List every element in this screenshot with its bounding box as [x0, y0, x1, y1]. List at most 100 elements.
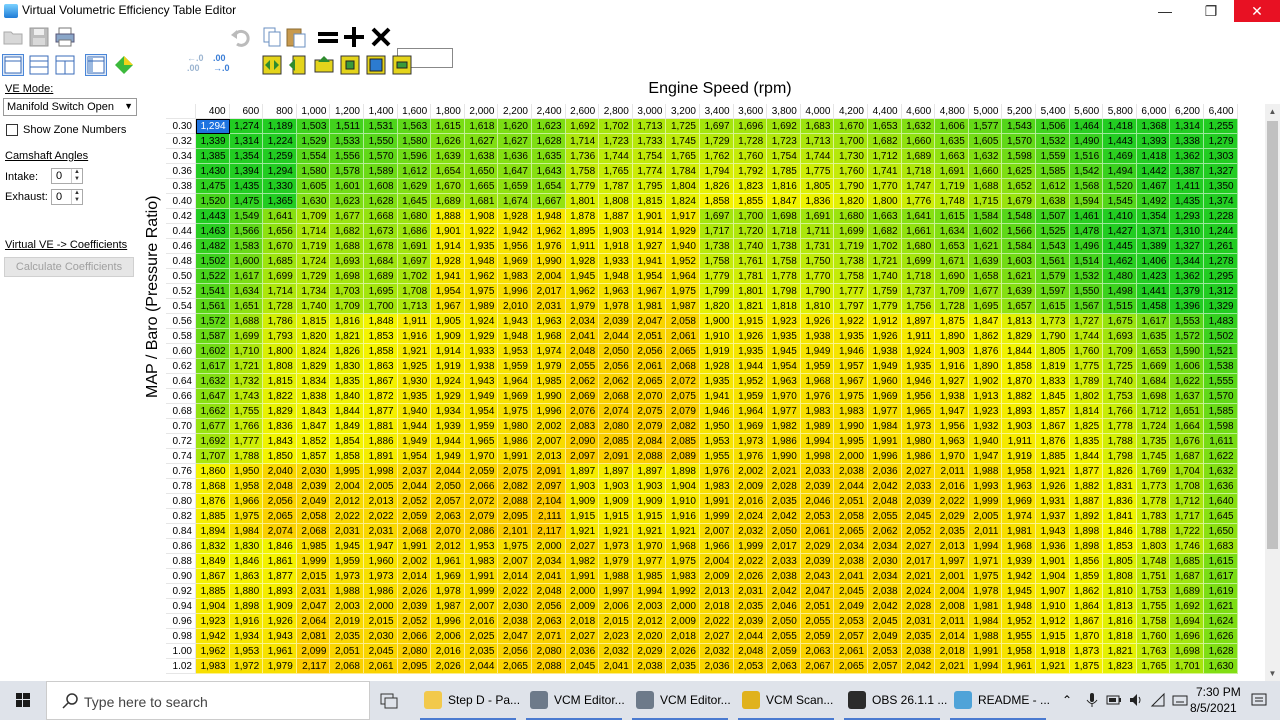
table-cell[interactable]: 2,015	[599, 614, 633, 629]
table-cell[interactable]: 1,914	[431, 239, 465, 254]
column-header[interactable]: 600	[229, 104, 264, 119]
table-cell[interactable]: 1,836	[800, 194, 835, 209]
table-cell[interactable]: 1,989	[464, 299, 499, 314]
table-cell[interactable]: 1,925	[397, 359, 432, 374]
table-cell[interactable]: 1,897	[632, 464, 667, 479]
table-cell[interactable]: 1,620	[498, 119, 532, 134]
table-cell[interactable]: 1,967	[431, 299, 465, 314]
table-cell[interactable]: 2,062	[868, 524, 902, 539]
table-cell[interactable]: 2,076	[565, 404, 600, 419]
table-cell[interactable]: 1,968	[1002, 539, 1036, 554]
column-header[interactable]: 6,000	[1136, 104, 1171, 119]
table-cell[interactable]: 2,004	[700, 554, 734, 569]
table-cell[interactable]: 1,723	[767, 134, 801, 149]
table-cell[interactable]: 1,830	[330, 359, 364, 374]
table-cell[interactable]: 1,555	[1204, 374, 1238, 389]
table-cell[interactable]: 1,975	[498, 404, 532, 419]
table-cell[interactable]: 1,362	[1170, 269, 1204, 284]
table-cell[interactable]: 1,639	[968, 254, 1003, 269]
table-cell[interactable]: 1,963	[935, 434, 969, 449]
table-cell[interactable]: 1,984	[229, 524, 264, 539]
table-cell[interactable]: 1,723	[599, 134, 633, 149]
table-cell[interactable]: 1,853	[1103, 539, 1137, 554]
table-cell[interactable]: 1,887	[599, 209, 633, 224]
table-cell[interactable]: 2,034	[565, 314, 600, 329]
table-cell[interactable]: 1,464	[1069, 119, 1104, 134]
table-cell[interactable]: 1,898	[1069, 524, 1104, 539]
table-cell[interactable]: 1,435	[1170, 194, 1204, 209]
table-cell[interactable]: 1,738	[767, 239, 801, 254]
table-cell[interactable]: 1,941	[700, 389, 734, 404]
notification-icon[interactable]	[1250, 691, 1268, 709]
table-cell[interactable]: 1,469	[1103, 149, 1137, 164]
row-header[interactable]: 0.38	[166, 179, 196, 194]
table-cell[interactable]: 2,084	[632, 434, 667, 449]
table-cell[interactable]: 1,995	[330, 464, 364, 479]
table-cell[interactable]: 1,978	[599, 299, 633, 314]
table-cell[interactable]: 1,924	[901, 344, 936, 359]
interpolate-vertical-icon[interactable]	[313, 54, 335, 76]
table-cell[interactable]: 2,065	[498, 659, 532, 674]
table-cell[interactable]: 2,017	[767, 539, 801, 554]
table-cell[interactable]: 2,063	[532, 614, 566, 629]
table-cell[interactable]: 1,926	[800, 314, 835, 329]
table-cell[interactable]: 2,031	[532, 299, 566, 314]
table-cell[interactable]: 1,721	[229, 359, 264, 374]
table-cell[interactable]: 1,587	[196, 329, 230, 344]
row-header[interactable]: 0.42	[166, 209, 196, 224]
table-cell[interactable]: 1,802	[1069, 389, 1104, 404]
table-cell[interactable]: 2,046	[800, 494, 835, 509]
table-cell[interactable]: 1,909	[565, 494, 600, 509]
table-cell[interactable]: 1,561	[196, 299, 230, 314]
table-cell[interactable]: 1,746	[1170, 539, 1204, 554]
table-cell[interactable]: 1,724	[296, 254, 331, 269]
table-cell[interactable]: 1,890	[968, 359, 1003, 374]
table-cell[interactable]: 2,033	[800, 464, 835, 479]
column-header[interactable]: 5,600	[1069, 104, 1104, 119]
table-cell[interactable]: 2,062	[599, 374, 633, 389]
table-cell[interactable]: 1,651	[229, 299, 264, 314]
table-cell[interactable]: 1,954	[767, 359, 801, 374]
table-cell[interactable]: 1,854	[330, 434, 364, 449]
table-cell[interactable]: 1,910	[666, 494, 700, 509]
table-cell[interactable]: 2,018	[565, 614, 600, 629]
table-cell[interactable]: 1,926	[1036, 479, 1070, 494]
table-cell[interactable]: 2,053	[733, 659, 768, 674]
table-cell[interactable]: 1,968	[532, 329, 566, 344]
table-cell[interactable]: 1,669	[1136, 359, 1171, 374]
table-cell[interactable]: 2,051	[800, 599, 835, 614]
table-cell[interactable]: 1,661	[901, 224, 936, 239]
table-cell[interactable]: 1,921	[599, 524, 633, 539]
table-cell[interactable]: 1,897	[599, 464, 633, 479]
table-cell[interactable]: 1,740	[733, 239, 768, 254]
table-cell[interactable]: 1,717	[1170, 509, 1204, 524]
table-cell[interactable]: 1,549	[229, 209, 264, 224]
table-cell[interactable]: 1,835	[330, 374, 364, 389]
row-header[interactable]: 0.72	[166, 434, 196, 449]
table-cell[interactable]: 1,703	[330, 284, 364, 299]
table-cell[interactable]: 2,045	[364, 644, 398, 659]
table-cell[interactable]: 2,038	[834, 554, 868, 569]
table-cell[interactable]: 1,550	[1069, 284, 1104, 299]
table-cell[interactable]: 1,985	[296, 539, 331, 554]
table-cell[interactable]: 1,992	[666, 584, 700, 599]
table-cell[interactable]: 1,944	[397, 419, 432, 434]
table-cell[interactable]: 1,608	[364, 179, 398, 194]
table-cell[interactable]: 1,918	[1036, 644, 1070, 659]
scroll-up-icon[interactable]: ▲	[1265, 104, 1280, 119]
table-cell[interactable]: 1,930	[397, 374, 432, 389]
table-cell[interactable]: 1,490	[1069, 134, 1104, 149]
table-cell[interactable]: 1,498	[1103, 284, 1137, 299]
table-cell[interactable]: 1,532	[1036, 134, 1070, 149]
table-cell[interactable]: 2,061	[666, 329, 700, 344]
row-header[interactable]: 0.62	[166, 359, 196, 374]
table-cell[interactable]: 1,750	[800, 254, 835, 269]
view-table-icon[interactable]	[85, 54, 107, 76]
table-cell[interactable]: 1,643	[532, 164, 566, 179]
table-cell[interactable]: 1,615	[1036, 299, 1070, 314]
table-cell[interactable]: 1,893	[263, 584, 297, 599]
table-cell[interactable]: 1,467	[1136, 179, 1171, 194]
table-cell[interactable]: 1,759	[868, 284, 902, 299]
table-cell[interactable]: 1,970	[935, 449, 969, 464]
table-cell[interactable]: 1,931	[1036, 494, 1070, 509]
